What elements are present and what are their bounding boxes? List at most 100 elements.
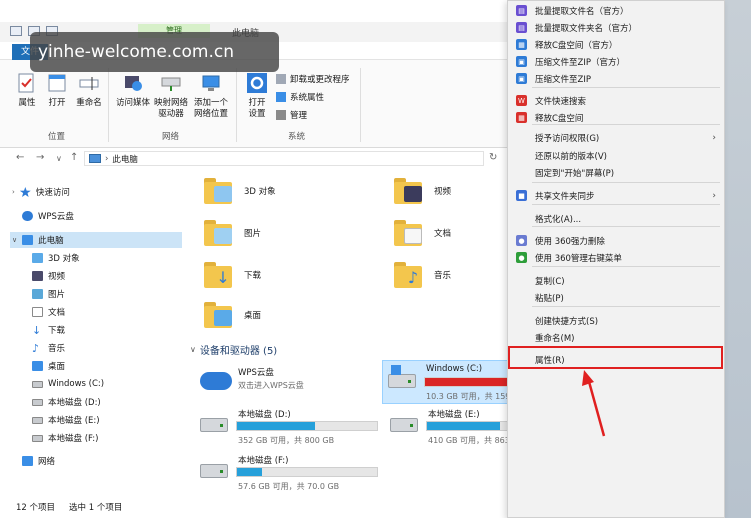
context-menu-item[interactable]: 复制(C) (508, 272, 724, 289)
folder-pictures[interactable]: 图片 (204, 220, 261, 246)
folder-music[interactable]: ♪ 音乐 (394, 262, 451, 288)
rename-button[interactable]: 重命名 (70, 72, 108, 109)
folder-3d-objects[interactable]: 3D 对象 (204, 178, 276, 204)
sidebar-item-videos[interactable]: 视频 (30, 268, 65, 284)
context-menu-item[interactable]: W 文件快速搜索 (508, 92, 724, 109)
menu-item-label: 复制(C) (535, 276, 565, 287)
collapse-chevron-icon: ∨ (190, 345, 196, 354)
context-menu-item[interactable]: 还原以前的版本(V) (508, 147, 724, 164)
up-button[interactable]: ↑ (70, 152, 78, 163)
system-properties-button[interactable]: 系统属性 (276, 91, 324, 103)
add-network-location-button[interactable]: 添加一个 网络位置 (192, 72, 230, 120)
properties-icon (18, 73, 34, 93)
drive-icon (390, 418, 418, 432)
properties-qat-icon[interactable] (10, 26, 22, 36)
sidebar-item-desktop[interactable]: 桌面 (30, 358, 65, 374)
context-menu-item[interactable]: 格式化(A)... (508, 210, 724, 227)
context-menu-item[interactable]: 重命名(M) (508, 329, 724, 346)
context-menu-item[interactable]: ▤ 批量提取文件名（官方） (508, 2, 724, 19)
rename-label: 重命名 (76, 98, 102, 108)
sidebar-item-drive-e[interactable]: 本地磁盘 (E:) (30, 412, 100, 428)
folder-documents[interactable]: 文档 (394, 220, 451, 246)
sidebar-item-drive-f[interactable]: 本地磁盘 (F:) (30, 430, 98, 446)
folder-icon: ♪ (394, 262, 422, 288)
sidebar-item-this-pc[interactable]: ∨ 此电脑 (10, 232, 182, 248)
drive-icon (32, 398, 43, 406)
gear-icon (247, 73, 267, 93)
drive-name: WPS云盘 (238, 368, 274, 378)
forward-button[interactable]: → (36, 152, 44, 163)
breadcrumb-path[interactable]: 此电脑 (112, 153, 138, 165)
drive-f[interactable]: 本地磁盘 (F:) 57.6 GB 可用，共 70.0 GB (200, 454, 385, 494)
context-menu-item[interactable]: ▣ 压缩文件至ZIP (508, 70, 724, 87)
back-button[interactable]: ← (16, 152, 24, 163)
refresh-button[interactable]: ↻ (489, 152, 497, 163)
media-icon (125, 76, 142, 91)
context-menu-item[interactable]: ▣ 压缩文件至ZIP（官方） (508, 53, 724, 70)
menu-item-icon: ■ (516, 190, 527, 201)
item-count: 12 个项目 (16, 503, 56, 513)
sidebar-item-quick-access[interactable]: › 快速访问 (10, 184, 70, 200)
menu-item-icon: ▣ (516, 73, 527, 84)
sidebar-item-downloads[interactable]: ↓ 下载 (30, 322, 65, 338)
sidebar-item-label: Windows (C:) (48, 379, 105, 389)
manage-icon (276, 110, 286, 120)
group-separator (236, 68, 237, 142)
recent-locations-button[interactable]: ∨ (56, 154, 62, 163)
context-menu-item[interactable]: ● 使用 360强力删除 (508, 232, 724, 249)
context-menu-item[interactable]: ▦ 释放C盘空间（官方） (508, 36, 724, 53)
menu-item-icon: W (516, 95, 527, 106)
menu-item-label: 释放C盘空间（官方） (535, 40, 618, 51)
access-media-button[interactable]: 访问媒体 (114, 72, 152, 109)
wps-cloud-drive[interactable]: WPS云盘 双击进入WPS云盘 (200, 366, 380, 400)
submenu-chevron-icon: › (712, 190, 716, 201)
map-network-drive-button[interactable]: 映射网络 驱动器 (152, 72, 190, 120)
folder-desktop[interactable]: 桌面 (204, 302, 261, 328)
uninstall-program-button[interactable]: 卸载或更改程序 (276, 73, 350, 85)
context-menu-item[interactable]: ● 使用 360管理右键菜单 (508, 249, 724, 266)
video-icon (32, 271, 43, 281)
folder-label: 视频 (434, 187, 452, 197)
folder-icon (204, 302, 232, 328)
folder-videos[interactable]: 视频 (394, 178, 451, 204)
folder-downloads[interactable]: ↓ 下载 (204, 262, 261, 288)
manage-button[interactable]: 管理 (276, 109, 307, 121)
sidebar-item-network[interactable]: 网络 (20, 453, 55, 469)
sidebar-item-music[interactable]: ♪ 音乐 (30, 340, 65, 356)
selected-count: 选中 1 个项目 (69, 503, 123, 513)
address-bar[interactable]: › 此电脑 (84, 151, 484, 166)
system-icon (276, 92, 286, 102)
sidebar-item-3d-objects[interactable]: 3D 对象 (30, 250, 80, 266)
open-settings-button[interactable]: 打开 设置 (238, 72, 276, 120)
context-menu-item[interactable]: ▤ 批量提取文件夹名（官方） (508, 19, 724, 36)
context-menu-item[interactable]: 创建快捷方式(S) (508, 312, 724, 329)
drive-info: 57.6 GB 可用，共 70.0 GB (238, 482, 340, 491)
group-separator (360, 68, 361, 142)
folder-icon (204, 178, 232, 204)
sidebar-item-drive-d[interactable]: 本地磁盘 (D:) (30, 394, 101, 410)
menu-item-icon: ▦ (516, 112, 527, 123)
devices-section-header[interactable]: ∨ 设备和驱动器 (5) (190, 342, 277, 357)
rename-icon (79, 77, 99, 90)
drive-usage-fill (427, 422, 500, 430)
sidebar-item-wps-cloud[interactable]: WPS云盘 (20, 208, 74, 224)
context-menu-item[interactable]: ▦ 释放C盘空间 (508, 109, 724, 126)
drive-d[interactable]: 本地磁盘 (D:) 352 GB 可用，共 800 GB (200, 408, 385, 448)
drive-icon (32, 416, 43, 424)
sidebar-item-pictures[interactable]: 图片 (30, 286, 65, 302)
menu-item-icon: ▣ (516, 56, 527, 67)
context-menu-item[interactable]: ■ 共享文件夹同步 › (508, 187, 724, 204)
context-menu-item[interactable]: 粘贴(P) (508, 289, 724, 306)
context-menu-item[interactable]: 固定到"开始"屏幕(P) (508, 164, 724, 181)
folder-label: 下载 (244, 271, 262, 281)
sidebar-item-label: 本地磁盘 (E:) (48, 416, 100, 426)
sidebar-item-drive-c[interactable]: Windows (C:) (30, 376, 104, 392)
context-menu-item[interactable]: 授予访问权限(G) › (508, 129, 724, 146)
sidebar-item-documents[interactable]: 文档 (30, 304, 65, 320)
download-icon: ↓ (32, 323, 42, 337)
computer-icon (22, 235, 34, 245)
folder-icon (204, 220, 232, 246)
network-location-icon (202, 75, 220, 91)
menu-item-label: 粘贴(P) (535, 293, 564, 304)
menu-item-icon: ▤ (516, 5, 527, 16)
